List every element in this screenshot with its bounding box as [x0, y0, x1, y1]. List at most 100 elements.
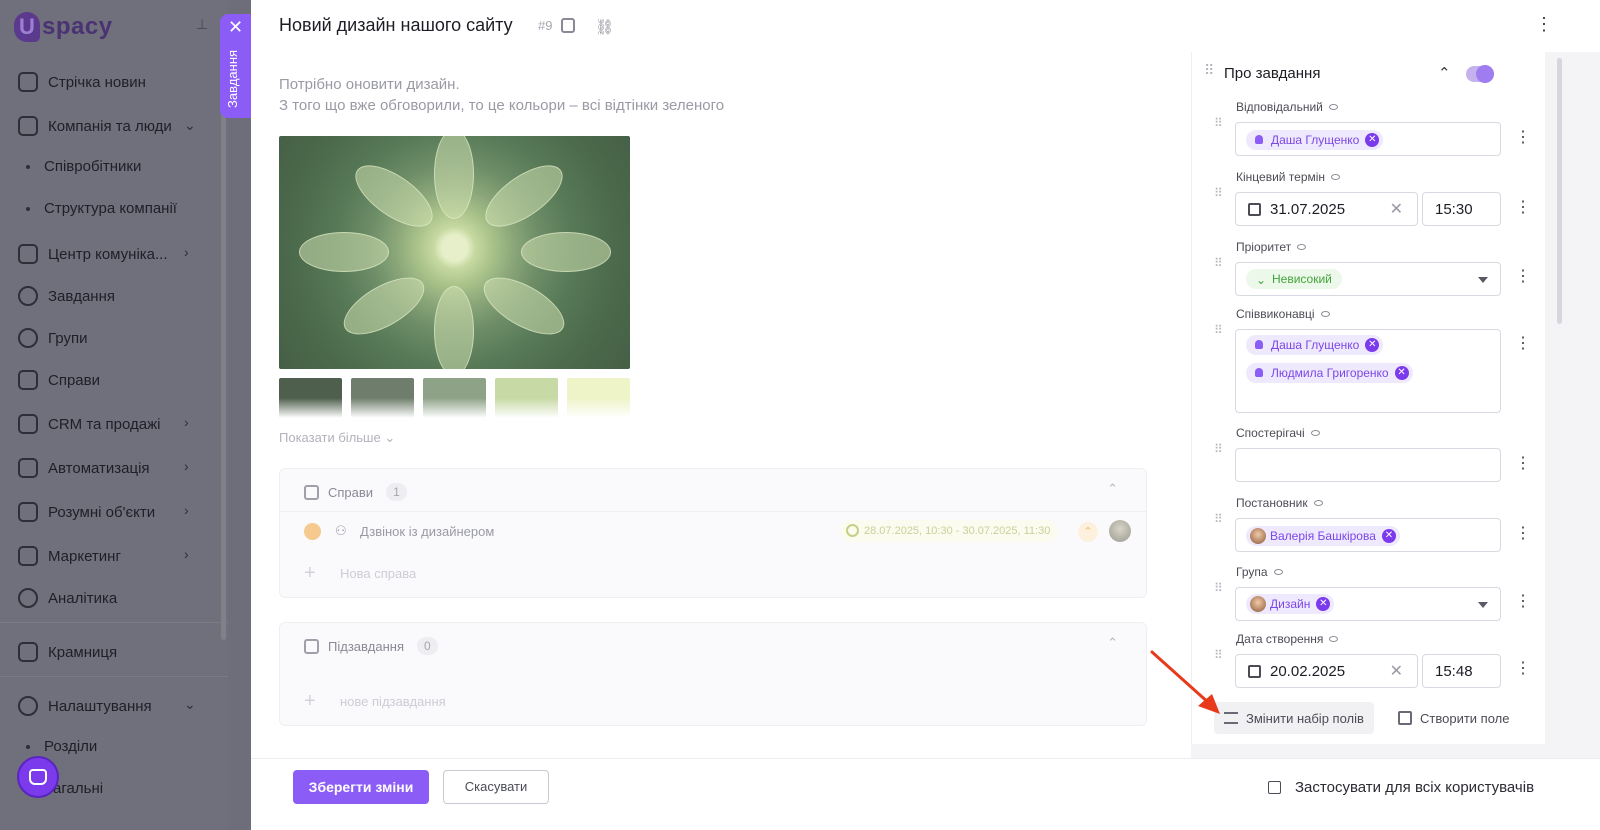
sidebar-scrollbar[interactable] [221, 60, 226, 640]
chevron-right-icon[interactable]: › [184, 414, 189, 430]
sidebar-item-structure[interactable]: Структура компанії [26, 200, 177, 217]
field-menu-icon[interactable]: ⋮ [1515, 130, 1531, 146]
fields-scrollbar[interactable] [1557, 58, 1562, 324]
attached-image[interactable] [279, 136, 630, 369]
apply-all-checkbox[interactable]: Застосувати для всіх користувачів [1268, 779, 1534, 796]
eye-icon[interactable] [1320, 311, 1330, 317]
create-field-button[interactable]: Створити поле [1388, 702, 1519, 734]
more-menu-icon[interactable]: ⋮ [1535, 15, 1553, 33]
priority-select[interactable]: ⌄ Невисокий [1235, 262, 1501, 296]
group-chip[interactable]: Дизайн ✕ [1246, 594, 1335, 614]
chevron-up-icon[interactable]: ⌃ [1107, 635, 1118, 651]
remove-icon[interactable]: ✕ [1316, 597, 1331, 611]
clear-icon[interactable]: ✕ [1390, 661, 1403, 681]
new-subtask-input[interactable]: нове підзавдання [340, 694, 446, 709]
remove-icon[interactable]: ✕ [1365, 133, 1380, 147]
sidebar-item-company[interactable]: Компанія та люди [18, 116, 172, 136]
field-menu-icon[interactable]: ⋮ [1515, 269, 1531, 285]
new-activity-input[interactable]: Нова справа [340, 566, 416, 581]
sidebar-item-analytics[interactable]: Аналітика [18, 588, 117, 608]
sidebar-item-tasks[interactable]: Завдання [18, 286, 115, 306]
pin-icon[interactable]: ⊥ [196, 16, 210, 32]
clear-icon[interactable]: ✕ [1390, 199, 1403, 219]
field-menu-icon[interactable]: ⋮ [1515, 336, 1531, 352]
drag-handle-icon[interactable]: ⠿ [1214, 582, 1223, 594]
eye-icon[interactable] [1273, 569, 1283, 575]
group-select[interactable]: Дизайн ✕ [1235, 587, 1501, 621]
sidebar-item-smart-objects[interactable]: Розумні об'єкти [18, 502, 155, 522]
dropdown-arrow-icon[interactable] [1478, 602, 1488, 608]
priority-up-icon[interactable]: ⌃ [1078, 522, 1098, 542]
activity-title[interactable]: Дзвінок із дизайнером [360, 524, 494, 539]
color-swatch[interactable] [495, 378, 558, 418]
sidebar-item-settings[interactable]: Налаштування [18, 696, 152, 716]
chat-widget-button[interactable] [17, 756, 59, 798]
remove-icon[interactable]: ✕ [1394, 366, 1409, 380]
created-date-field[interactable]: 20.02.2025 ✕ [1235, 654, 1418, 688]
eye-icon[interactable] [1328, 104, 1338, 110]
color-swatch[interactable] [567, 378, 630, 418]
user-chip[interactable]: Даша Глущенко ✕ [1246, 335, 1384, 355]
copy-icon[interactable] [561, 18, 575, 33]
color-swatch[interactable] [351, 378, 414, 418]
drag-handle-icon[interactable]: ⠿ [1204, 63, 1214, 82]
chevron-up-icon[interactable]: ⌃ [1438, 64, 1451, 82]
field-menu-icon[interactable]: ⋮ [1515, 456, 1531, 472]
change-fields-button[interactable]: Змінити набір полів [1214, 702, 1374, 734]
show-more-link[interactable]: Показати більше ⌄ [279, 430, 395, 446]
sidebar-item-automation[interactable]: Автоматизація [18, 458, 150, 478]
sidebar-item-store[interactable]: Крамниця [18, 642, 117, 662]
new-activity-row[interactable]: + Нова справа [280, 553, 1146, 593]
drag-handle-icon[interactable]: ⠿ [1214, 443, 1223, 455]
sidebar-item-communication[interactable]: Центр комуніка... [18, 244, 168, 264]
responsible-field[interactable]: Даша Глущенко ✕ [1235, 122, 1501, 156]
created-time-field[interactable]: 15:48 [1422, 654, 1501, 688]
remove-icon[interactable]: ✕ [1365, 338, 1380, 352]
dropdown-arrow-icon[interactable] [1478, 277, 1488, 283]
creator-field[interactable]: Валерія Башкірова ✕ [1235, 518, 1501, 552]
field-menu-icon[interactable]: ⋮ [1515, 594, 1531, 610]
side-panel-tab[interactable]: ✕ Завдання [220, 14, 251, 118]
task-title[interactable]: Новий дизайн нашого сайту [279, 15, 513, 36]
link-icon[interactable]: ⛓ [595, 18, 614, 36]
remove-icon[interactable]: ✕ [1381, 529, 1396, 543]
drag-handle-icon[interactable]: ⠿ [1214, 257, 1223, 269]
save-button[interactable]: Зберегти зміни [293, 770, 429, 804]
logo[interactable]: U spacy [14, 12, 113, 42]
color-swatch[interactable] [279, 378, 342, 418]
close-icon[interactable]: ✕ [228, 18, 243, 36]
sidebar-item-employees[interactable]: Співробітники [26, 158, 141, 175]
sidebar-item-groups[interactable]: Групи [18, 328, 87, 348]
avatar[interactable] [1109, 520, 1131, 542]
chevron-right-icon[interactable]: › [184, 546, 189, 562]
checkbox-icon[interactable] [1268, 781, 1281, 794]
drag-handle-icon[interactable]: ⠿ [1214, 324, 1223, 336]
field-menu-icon[interactable]: ⋮ [1515, 661, 1531, 677]
eye-icon[interactable] [1329, 636, 1339, 642]
eye-icon[interactable] [1297, 244, 1307, 250]
field-menu-icon[interactable]: ⋮ [1515, 200, 1531, 216]
fields-toggle[interactable] [1466, 65, 1494, 83]
drag-handle-icon[interactable]: ⠿ [1214, 117, 1223, 129]
eye-icon[interactable] [1331, 174, 1341, 180]
sidebar-item-activities[interactable]: Справи [18, 370, 100, 390]
chevron-right-icon[interactable]: › [184, 458, 189, 474]
new-subtask-row[interactable]: + нове підзавдання [280, 681, 1146, 721]
sidebar-item-marketing[interactable]: Маркетинг [18, 546, 121, 566]
task-description[interactable]: Потрібно оновити дизайн. З того що вже о… [279, 74, 724, 116]
user-chip[interactable]: Валерія Башкірова ✕ [1246, 526, 1400, 546]
chevron-down-icon[interactable]: ⌄ [184, 117, 196, 134]
field-menu-icon[interactable]: ⋮ [1515, 526, 1531, 542]
coexecutors-field[interactable]: Даша Глущенко ✕ Людмила Григоренко ✕ [1235, 329, 1501, 413]
deadline-time-field[interactable]: 15:30 [1422, 192, 1501, 226]
activities-header[interactable]: Справи 1 [304, 483, 407, 501]
color-swatch[interactable] [423, 378, 486, 418]
eye-icon[interactable] [1313, 500, 1323, 506]
sidebar-item-crm[interactable]: CRM та продажі [18, 414, 160, 434]
drag-handle-icon[interactable]: ⠿ [1214, 187, 1223, 199]
chevron-right-icon[interactable]: › [184, 244, 189, 260]
chevron-up-icon[interactable]: ⌃ [1107, 481, 1118, 497]
activity-row[interactable]: ⚇ Дзвінок із дизайнером 28.07.2025, 10:3… [280, 511, 1146, 551]
chevron-down-icon[interactable]: ⌄ [184, 696, 196, 713]
user-chip[interactable]: Даша Глущенко ✕ [1246, 130, 1384, 150]
